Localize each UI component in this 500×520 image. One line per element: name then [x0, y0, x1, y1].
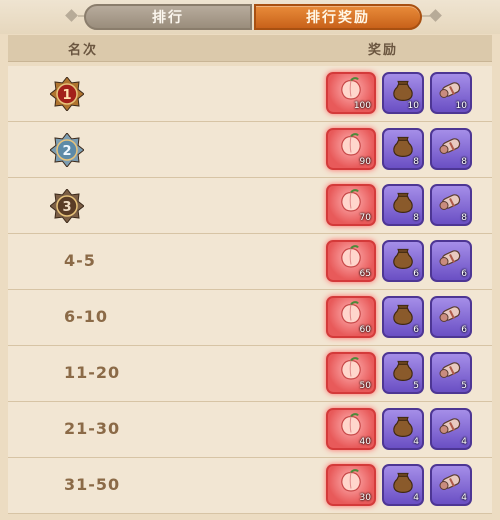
reward-item[interactable]: 6 — [430, 296, 472, 338]
reward-count: 10 — [455, 101, 467, 111]
rank-range: 21-30 — [64, 419, 121, 438]
reward-item[interactable]: 4 — [430, 408, 472, 450]
reward-count: 10 — [407, 101, 419, 111]
reward-item[interactable]: 10 — [430, 72, 472, 114]
reward-item[interactable]: 6 — [382, 240, 424, 282]
reward-item[interactable]: 4 — [382, 408, 424, 450]
reward-item[interactable]: 50 — [326, 352, 376, 394]
reward-count: 5 — [413, 381, 419, 391]
medal-number: 3 — [62, 200, 71, 215]
reward-count: 100 — [353, 101, 371, 111]
reward-item[interactable]: 65 — [326, 240, 376, 282]
reward-items: 50 5 5 — [326, 352, 472, 394]
reward-items: 40 4 4 — [326, 408, 472, 450]
rank-range: 4-5 — [64, 251, 96, 270]
tab-ranking-rewards[interactable]: 排行奖励 — [254, 4, 422, 30]
reward-item[interactable]: 90 — [326, 128, 376, 170]
reward-count: 4 — [461, 437, 467, 447]
reward-item[interactable]: 4 — [382, 464, 424, 506]
table-row: 31-50 30 4 4 — [8, 458, 492, 514]
reward-count: 40 — [359, 437, 371, 447]
reward-count: 8 — [413, 157, 419, 167]
medal-number: 2 — [62, 144, 71, 159]
table-row: 2 90 8 8 — [8, 122, 492, 178]
table-row: 11-20 50 5 5 — [8, 346, 492, 402]
reward-item[interactable]: 30 — [326, 464, 376, 506]
reward-item[interactable]: 10 — [382, 72, 424, 114]
reward-count: 65 — [359, 269, 371, 279]
reward-item[interactable]: 6 — [382, 296, 424, 338]
reward-items: 70 8 8 — [326, 184, 472, 226]
tab-bar: 排行 排行奖励 — [0, 0, 500, 34]
rank-range: 31-50 — [64, 475, 121, 494]
header-rank: 名次 — [68, 43, 99, 58]
reward-count: 4 — [413, 493, 419, 503]
table-row: 3 70 8 8 — [8, 178, 492, 234]
reward-count: 6 — [413, 269, 419, 279]
reward-items: 60 6 6 — [326, 296, 472, 338]
reward-item[interactable]: 4 — [430, 464, 472, 506]
reward-count: 8 — [461, 213, 467, 223]
medal-number: 1 — [62, 88, 71, 103]
reward-items: 90 8 8 — [326, 128, 472, 170]
table-header: 名次 奖励 — [8, 35, 492, 62]
tab-ranking[interactable]: 排行 — [84, 4, 252, 30]
reward-item[interactable]: 100 — [326, 72, 376, 114]
reward-item[interactable]: 8 — [430, 128, 472, 170]
reward-item[interactable]: 6 — [430, 240, 472, 282]
reward-count: 5 — [461, 381, 467, 391]
diamond-ornament-icon — [429, 9, 442, 22]
rank-medal-icon: 3 — [49, 188, 85, 224]
table-row: 1 100 10 10 — [8, 66, 492, 122]
reward-count: 6 — [461, 325, 467, 335]
reward-count: 60 — [359, 325, 371, 335]
reward-item[interactable]: 60 — [326, 296, 376, 338]
diamond-ornament-icon — [65, 9, 78, 22]
reward-items: 30 4 4 — [326, 464, 472, 506]
reward-count: 6 — [461, 269, 467, 279]
reward-count: 6 — [413, 325, 419, 335]
rank-range: 6-10 — [64, 307, 109, 326]
table-row: 6-10 60 6 6 — [8, 290, 492, 346]
header-reward: 奖励 — [368, 43, 399, 58]
reward-list: 1 100 10 10 2 90 8 8 3 70 8 8 4-5 65 6 6 6-10 60 6 6 11-20 50… — [8, 66, 492, 514]
rank-medal-icon: 1 — [49, 76, 85, 112]
reward-count: 8 — [461, 157, 467, 167]
reward-count: 30 — [359, 493, 371, 503]
reward-count: 8 — [413, 213, 419, 223]
reward-count: 4 — [461, 493, 467, 503]
reward-item[interactable]: 5 — [382, 352, 424, 394]
reward-count: 50 — [359, 381, 371, 391]
reward-count: 70 — [359, 213, 371, 223]
reward-count: 4 — [413, 437, 419, 447]
table-row: 21-30 40 4 4 — [8, 402, 492, 458]
reward-items: 100 10 10 — [326, 72, 472, 114]
reward-item[interactable]: 5 — [430, 352, 472, 394]
reward-count: 90 — [359, 157, 371, 167]
rank-range: 11-20 — [64, 363, 121, 382]
rank-medal-icon: 2 — [49, 132, 85, 168]
reward-item[interactable]: 70 — [326, 184, 376, 226]
reward-item[interactable]: 8 — [430, 184, 472, 226]
reward-item[interactable]: 8 — [382, 184, 424, 226]
reward-items: 65 6 6 — [326, 240, 472, 282]
reward-item[interactable]: 8 — [382, 128, 424, 170]
table-row: 4-5 65 6 6 — [8, 234, 492, 290]
reward-item[interactable]: 40 — [326, 408, 376, 450]
